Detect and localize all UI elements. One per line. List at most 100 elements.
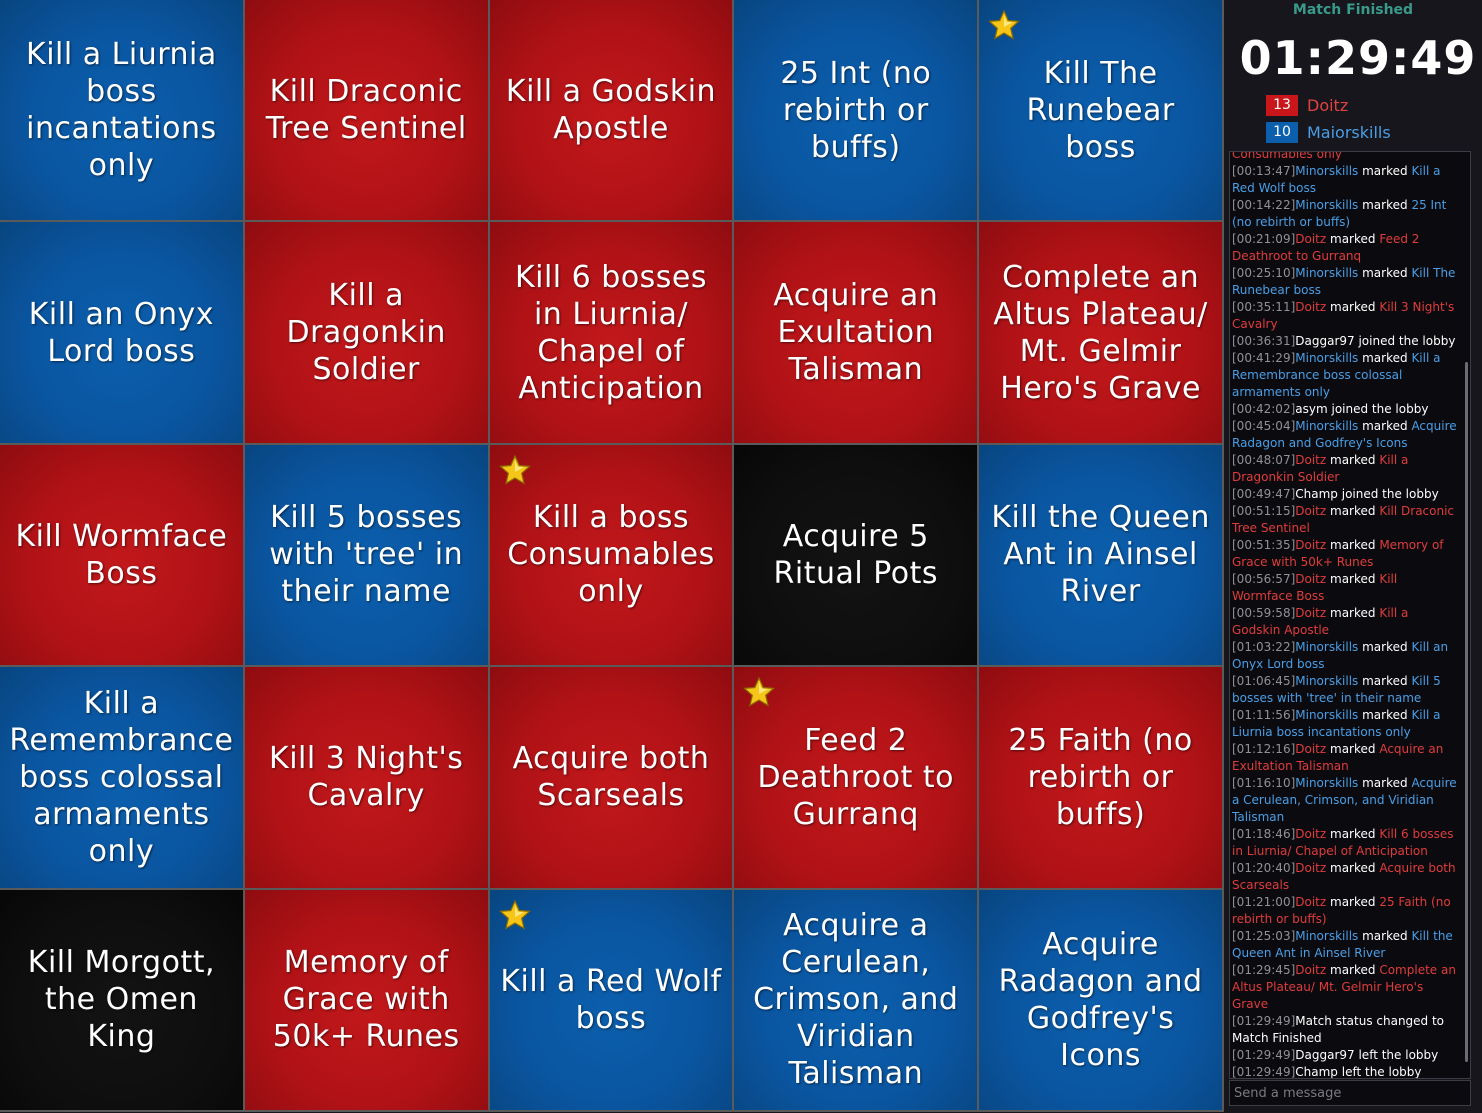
- cell-label: Kill 5 bosses with 'tree' in their name: [269, 500, 464, 610]
- chat-timestamp: [00:51:35]: [1232, 538, 1296, 552]
- board-cell[interactable]: 25 Int (no rebirth or buffs): [734, 0, 978, 221]
- player-blue: 10 Maiorskills: [1266, 121, 1391, 143]
- chat-message: [01:20:40]Doitz marked Acquire both Scar…: [1232, 860, 1460, 894]
- chat-message: [01:03:22]Minorskills marked Kill an Ony…: [1232, 639, 1460, 673]
- chat-action: joined the lobby: [1327, 402, 1429, 416]
- chat-timestamp: [00:25:10]: [1232, 266, 1296, 280]
- chat-action: marked: [1358, 708, 1412, 722]
- chat-action: marked: [1358, 164, 1412, 178]
- cell-label: Kill Wormface Boss: [15, 518, 228, 591]
- board-cell[interactable]: Memory of Grace with 50k+ Runes: [244, 889, 488, 1110]
- board-cell[interactable]: Kill 5 bosses with 'tree' in their name: [244, 444, 488, 666]
- board-cell[interactable]: Kill Draconic Tree Sentinel: [244, 0, 488, 221]
- chat-action: marked: [1358, 351, 1412, 365]
- chat-message: [00:51:15]Doitz marked Kill Draconic Tre…: [1232, 503, 1460, 537]
- board-cell[interactable]: Kill a Remembrance boss colossal armamen…: [0, 667, 243, 888]
- cell-label: Kill a Remembrance boss colossal armamen…: [9, 685, 234, 869]
- board-cell[interactable]: Feed 2 Deathroot to Gurranq: [734, 667, 978, 888]
- cell-label: Acquire a Cerulean, Crimson, and Viridia…: [753, 908, 959, 1092]
- chat-message-input[interactable]: [1229, 1080, 1471, 1106]
- board-cell[interactable]: Acquire a Cerulean, Crimson, and Viridia…: [734, 889, 978, 1110]
- chat-message: [01:18:46]Doitz marked Kill 6 bosses in …: [1232, 826, 1460, 860]
- board-cell[interactable]: Kill a boss Consumables only: [489, 444, 733, 666]
- chat-action: marked: [1326, 232, 1380, 246]
- chat-message: [00:13:47]Minorskills marked Kill a Red …: [1232, 163, 1460, 197]
- chat-message: [01:25:03]Minorskills marked Kill the Qu…: [1232, 928, 1460, 962]
- chat-action: marked: [1326, 538, 1380, 552]
- chat-timestamp: [01:21:00]: [1232, 895, 1296, 909]
- player-score: 10: [1266, 121, 1298, 143]
- chat-user: Daggar97: [1295, 334, 1355, 348]
- cell-label: Kill a Godskin Apostle: [505, 74, 717, 147]
- chat-timestamp: [01:12:16]: [1232, 742, 1296, 756]
- cell-label: Acquire an Exultation Talisman: [773, 278, 939, 388]
- board-cell[interactable]: Kill The Runebear boss: [979, 0, 1222, 221]
- chat-timestamp: [01:20:40]: [1232, 861, 1296, 875]
- star-icon: [743, 676, 776, 707]
- chat-log-panel[interactable]: Consumables only [00:13:47]Minorskills ma…: [1229, 151, 1471, 1079]
- chat-action: marked: [1326, 827, 1380, 841]
- cell-label: Kill the Queen Ant in Ainsel River: [991, 500, 1210, 610]
- chat-timestamp: [00:51:15]: [1232, 504, 1296, 518]
- chat-user: asym: [1295, 402, 1328, 416]
- chat-message: [01:29:49]Match status changed to Match …: [1232, 1013, 1460, 1047]
- chat-action: marked: [1326, 895, 1380, 909]
- chat-user: Minorskills: [1295, 266, 1359, 280]
- chat-message: [00:48:07]Doitz marked Kill a Dragonkin …: [1232, 452, 1460, 486]
- chat-message: [00:14:22]Minorskills marked 25 Int (no …: [1232, 197, 1460, 231]
- chat-timestamp: [00:13:47]: [1232, 164, 1296, 178]
- cell-label: Kill The Runebear boss: [1026, 55, 1175, 165]
- chat-message: [01:29:49]Champ left the lobby: [1232, 1064, 1460, 1079]
- cell-label: Kill Morgott, the Omen King: [27, 945, 215, 1055]
- board-cell[interactable]: Kill Morgott, the Omen King: [0, 889, 243, 1110]
- match-status: Match Finished: [1292, 2, 1414, 18]
- chat-user: Champ: [1295, 487, 1338, 501]
- chat-user: Doitz: [1295, 861, 1327, 875]
- chat-message: [01:12:16]Doitz marked Acquire an Exulta…: [1232, 741, 1460, 775]
- player-name: Doitz: [1307, 95, 1349, 115]
- board-cell[interactable]: 25 Faith (no rebirth or buffs): [979, 667, 1222, 888]
- cell-label: Kill a Liurnia boss incantations only: [26, 37, 217, 184]
- chat-timestamp: [01:11:56]: [1232, 708, 1296, 722]
- chat-user: Doitz: [1295, 742, 1327, 756]
- chat-timestamp: [01:29:49]: [1232, 1048, 1296, 1062]
- board-cell[interactable]: Kill Wormface Boss: [0, 444, 243, 666]
- chat-message: Consumables only: [1232, 152, 1460, 163]
- chat-user: Doitz: [1295, 895, 1327, 909]
- chat-user: Doitz: [1295, 232, 1327, 246]
- chat-action: marked: [1358, 929, 1412, 943]
- board-cell[interactable]: Acquire both Scarseals: [489, 667, 733, 888]
- chat-message: [01:06:45]Minorskills marked Kill 5 boss…: [1232, 673, 1460, 707]
- board-cell[interactable]: Kill a Godskin Apostle: [489, 0, 733, 221]
- chat-user: Minorskills: [1295, 198, 1359, 212]
- chat-action: marked: [1326, 963, 1380, 977]
- chat-timestamp: [00:41:29]: [1232, 351, 1296, 365]
- chat-action: left the lobby: [1337, 1065, 1422, 1079]
- board-cell[interactable]: Kill a Red Wolf boss: [489, 889, 733, 1110]
- chat-action: Match status changed to: [1295, 1014, 1445, 1028]
- chat-user: Minorskills: [1295, 929, 1359, 943]
- chat-message: [01:21:00]Doitz marked 25 Faith (no rebi…: [1232, 894, 1460, 928]
- chat-timestamp: [00:42:02]: [1232, 402, 1296, 416]
- chat-timestamp: [01:06:45]: [1232, 674, 1296, 688]
- board-cell[interactable]: Acquire 5 Ritual Pots: [734, 444, 978, 666]
- board-cell[interactable]: Acquire Radagon and Godfrey's Icons: [979, 889, 1222, 1110]
- board-cell[interactable]: Kill the Queen Ant in Ainsel River: [979, 444, 1222, 666]
- board-cell[interactable]: Acquire an Exultation Talisman: [734, 222, 978, 443]
- chat-message: [00:25:10]Minorskills marked Kill The Ru…: [1232, 265, 1460, 299]
- board-cell[interactable]: Kill 3 Night's Cavalry: [244, 667, 488, 888]
- board-cell[interactable]: Complete an Altus Plateau/ Mt. Gelmir He…: [979, 222, 1222, 443]
- board-cell[interactable]: Kill a Dragonkin Soldier: [244, 222, 488, 443]
- player-score: 13: [1266, 94, 1298, 116]
- board-cell[interactable]: Kill 6 bosses in Liurnia/ Chapel of Anti…: [489, 222, 733, 443]
- chat-timestamp: [01:25:03]: [1232, 929, 1296, 943]
- chat-timestamp: [01:18:46]: [1232, 827, 1296, 841]
- chat-message: [01:29:49]Daggar97 left the lobby: [1232, 1047, 1460, 1064]
- match-timer: 01:29:49: [1239, 31, 1477, 85]
- board-cell[interactable]: Kill a Liurnia boss incantations only: [0, 0, 243, 221]
- board-cell[interactable]: Kill an Onyx Lord boss: [0, 222, 243, 443]
- chat-message: [00:42:02]asym joined the lobby: [1232, 401, 1460, 418]
- chat-action: marked: [1358, 266, 1412, 280]
- chat-scrollbar[interactable]: [1465, 362, 1468, 1062]
- chat-action: marked: [1326, 300, 1380, 314]
